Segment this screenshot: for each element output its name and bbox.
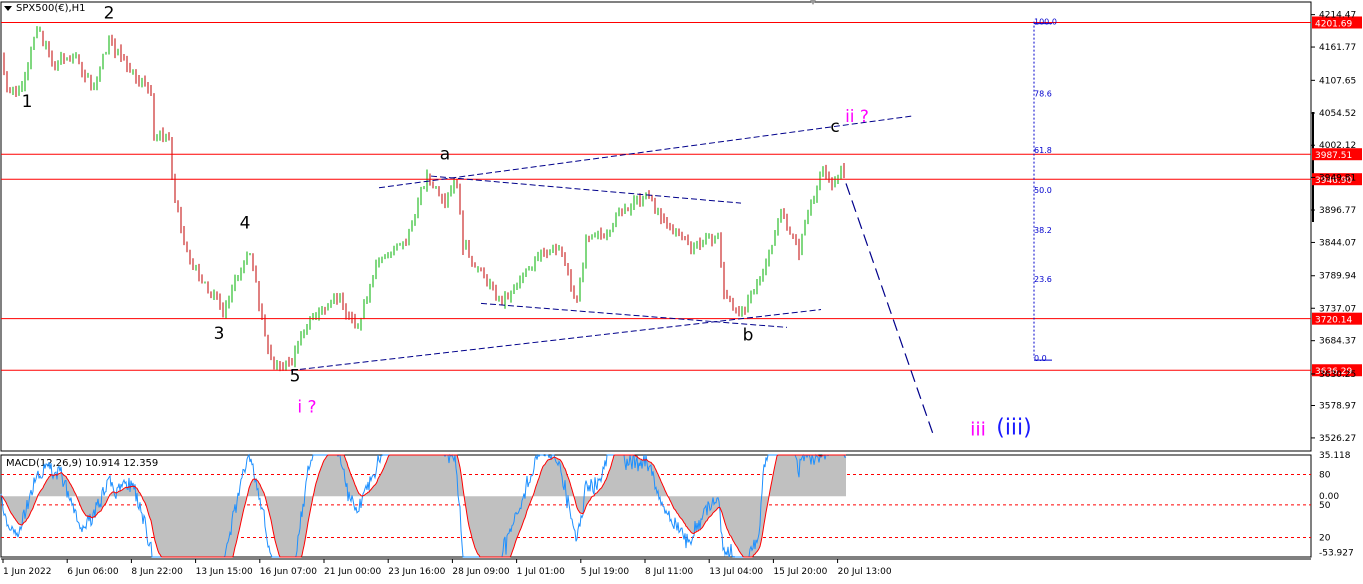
projection-line[interactable] [845,183,935,438]
time-tick-label: 6 Jun 06:00 [67,567,119,577]
macd-tick-label: 80 [1319,471,1331,481]
price-tick-label: 4002.12 [1319,141,1356,151]
price-tick-label: 3896.77 [1319,206,1356,216]
price-tick-label: 3844.07 [1319,238,1356,248]
fib-level-label: 61.8 [1034,146,1052,155]
time-tick-label: 23 Jun 16:00 [388,567,445,577]
time-tick-label: 28 Jun 09:00 [452,567,509,577]
time-tick-label: 16 Jun 07:00 [260,567,317,577]
candles-group [3,26,845,372]
time-tick-label: 8 Jul 11:00 [645,567,694,577]
wave-label: 1 [22,92,33,112]
scroll-marker[interactable] [1312,112,1314,222]
fib-level-label: 50.0 [1034,186,1052,195]
price-tick-label: 4161.77 [1319,43,1356,53]
price-tick-label: 3578.97 [1319,402,1356,412]
price-tick-label: 3684.37 [1319,337,1356,347]
wave-label: c [830,117,839,137]
wave-label: b [743,325,754,345]
time-tick-label: 20 Jul 13:00 [838,567,892,577]
wave-label: i ? [297,397,316,417]
price-tick-label: 3630.25 [1319,370,1356,380]
macd-tick-label: 20 [1319,533,1331,543]
time-tick-label: 13 Jul 04:00 [709,567,763,577]
macd-tick-label: 35.118 [1319,451,1351,461]
price-chart[interactable]: 4201.693987.513946.903720.143636.294214.… [0,0,1363,584]
time-tick-label: 15 Jul 20:00 [773,567,827,577]
price-tag-label: 3720.14 [1315,316,1352,326]
fib-level-label: 38.2 [1034,226,1052,235]
price-tick-label: 4214.47 [1319,11,1356,21]
wave-label: 2 [104,4,115,24]
trend-line[interactable] [480,302,788,328]
time-tick-label: 13 Jun 15:00 [196,567,253,577]
time-tick-label: 1 Jun 2022 [3,567,51,577]
price-tick-label: 4054.52 [1319,109,1356,119]
fib-level-label: 78.6 [1034,90,1052,99]
time-tick-label: 5 Jul 19:00 [581,567,630,577]
price-tick-label: 3737.07 [1319,304,1356,314]
wave-label: iii [970,419,986,441]
wave-label: 5 [290,366,301,386]
macd-tick-label: 50 [1319,501,1331,511]
price-tag-label: 4201.69 [1315,19,1352,29]
wave-label: 4 [240,213,251,233]
time-tick-label: 8 Jun 22:00 [131,567,183,577]
fib-level-label: 0.0 [1034,354,1047,363]
time-tick-label: 21 Jun 00:00 [324,567,381,577]
price-tick-label: 3949.81 [1319,173,1356,183]
time-tick-label: 1 Jul 01:00 [517,567,566,577]
macd-tick-label: -53.927 [1319,549,1354,559]
price-tick-label: 3526.27 [1319,434,1356,444]
wave-label: (iii) [996,415,1032,440]
trend-line[interactable] [430,175,742,204]
price-panel-frame [0,1,1312,452]
wave-label: 3 [214,324,225,344]
wave-label: ii ? [845,107,869,127]
price-tag-label: 3987.51 [1315,151,1352,161]
wave-label: a [440,144,450,164]
price-tick-label: 4107.65 [1319,76,1356,86]
fib-level-label: 23.6 [1034,275,1052,284]
price-tick-label: 3789.94 [1319,272,1356,282]
fib-level-label: 100.0 [1034,18,1057,27]
